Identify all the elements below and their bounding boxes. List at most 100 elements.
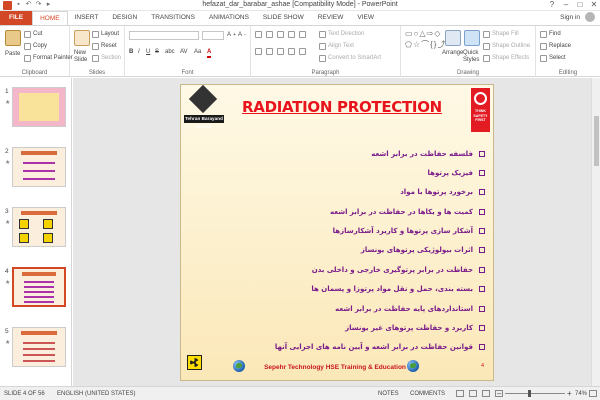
tab-home[interactable]: HOME [32,11,68,25]
thumbnail-row[interactable]: 5 ★ [0,326,71,386]
bullet-item[interactable]: کاربرد و حفاظت پرتوهای غیر یونساز [225,321,485,334]
copy-button[interactable]: Copy [24,42,47,50]
current-slide[interactable]: Tehran Barayand Sepehr RADIATION PROTECT… [180,84,494,381]
zoom-level[interactable]: 74% [575,391,587,397]
slide-thumbnail-selected[interactable] [12,267,66,307]
bullet-item[interactable]: فیزیک پرتوها [225,166,485,179]
notes-button[interactable]: NOTES [378,391,399,397]
grow-font-button[interactable]: A + [227,31,236,39]
close-button[interactable]: ✕ [590,0,598,10]
bullet-item[interactable]: استانداردهای پایه حفاظت در برابر اشعه [225,302,485,315]
text-direction-button[interactable]: Text Direction [319,30,364,38]
slide-thumbnail[interactable] [12,327,66,367]
slide-title[interactable]: RADIATION PROTECTION [237,98,447,116]
user-avatar[interactable] [585,12,595,22]
underline-button[interactable]: U [146,48,150,56]
font-name-combo[interactable] [129,31,199,40]
bullet-item[interactable]: آشکار سازی پرتوها و کاربرد آشکارسازها [225,224,485,237]
select-button[interactable]: Select [540,54,566,62]
reading-view-icon[interactable] [482,390,490,397]
scrollbar-thumb[interactable] [594,116,599,166]
shapes-gallery-row2[interactable]: ⬠☆⌒{}⤴ [405,41,446,49]
section-button[interactable]: Section [92,54,121,62]
minimize-button[interactable]: – [562,0,570,10]
align-text-button[interactable]: Align Text [319,42,354,50]
character-spacing-button[interactable]: AV [180,48,188,56]
help-button[interactable]: ? [548,0,556,10]
justify-button[interactable] [288,48,295,55]
decrease-indent-button[interactable] [277,31,284,38]
thumbnail-row-selected[interactable]: 4 ★ [0,266,71,326]
bullet-item[interactable]: حفاظت در برابر پرتوگیری خارجی و داخلی بد… [225,263,485,276]
arrange-label[interactable]: Arrange [442,49,463,57]
tab-file[interactable]: FILE [0,11,33,25]
zoom-slider-knob[interactable] [528,390,531,397]
slide-sorter-icon[interactable] [469,390,477,397]
thumbnail-row[interactable]: 3 ★ [0,206,71,266]
strikethrough-button[interactable]: S [155,48,159,56]
zoom-out-button[interactable]: – [497,389,501,398]
shape-outline-button[interactable]: Shape Outline [483,42,530,50]
slide-thumbnail-pane[interactable]: 1 ★ 2 ★ 3 ★ 4 ★ 5 ★ [0,78,72,386]
find-button[interactable]: Find [540,30,561,38]
convert-smartart-button[interactable]: Convert to SmartArt [319,54,381,62]
cut-button[interactable]: Cut [24,30,42,38]
increase-indent-button[interactable] [288,31,295,38]
sign-in-link[interactable]: Sign in [560,14,580,21]
align-left-button[interactable] [255,48,262,55]
italic-button[interactable]: I [138,48,140,56]
tab-animations[interactable]: ANIMATIONS [202,11,256,25]
zoom-slider[interactable] [505,393,565,394]
paste-button[interactable]: Paste [5,50,20,58]
arrange-icon[interactable] [445,30,461,46]
tab-design[interactable]: DESIGN [105,11,144,25]
quick-styles-icon[interactable] [464,30,480,46]
maximize-button[interactable]: □ [576,0,584,10]
tab-insert[interactable]: INSERT [68,11,106,25]
tab-slide-show[interactable]: SLIDE SHOW [256,11,311,25]
tab-review[interactable]: REVIEW [311,11,351,25]
thumbnail-row[interactable]: 2 ★ [0,146,71,206]
bullet-item[interactable]: قوانین حفاظت در برابر اشعه و آیین نامه ه… [225,340,485,353]
bold-button[interactable]: B [129,48,133,56]
reset-button[interactable]: Reset [92,42,117,50]
text-shadow-button[interactable]: abc [165,48,175,56]
tab-transitions[interactable]: TRANSITIONS [144,11,202,25]
columns-button[interactable] [299,48,306,55]
change-case-button[interactable]: Aa [194,48,201,56]
slide-thumbnail[interactable] [12,87,66,127]
layout-button[interactable]: Layout [92,30,119,38]
shape-effects-button[interactable]: Shape Effects [483,54,529,62]
vertical-scrollbar[interactable] [591,78,600,386]
quick-styles-label-2[interactable]: Styles [463,56,479,64]
bullet-item[interactable]: اثرات بیولوژیکی پرتوهای یونساز [225,243,485,256]
new-slide-label-2[interactable]: Slide [74,56,87,64]
align-center-button[interactable] [266,48,273,55]
line-spacing-button[interactable] [299,31,306,38]
bullets-button[interactable] [255,31,262,38]
bullet-item[interactable]: برخورد پرتوها با مواد [225,185,485,198]
bullet-item[interactable]: فلسفه حفاظت در برابر اشعه [225,147,485,160]
tab-view[interactable]: VIEW [350,11,381,25]
format-painter-button[interactable]: Format Painter [24,54,73,62]
comments-button[interactable]: COMMENTS [410,391,445,397]
shapes-gallery[interactable]: ▭○△⇨◇ [405,30,441,38]
numbering-button[interactable] [266,31,273,38]
bullet-item[interactable]: کمیت ها و یکاها در حفاظت در برابر اشعه [225,205,485,218]
shape-fill-button[interactable]: Shape Fill [483,30,519,38]
slide-thumbnail[interactable] [12,147,66,187]
bullet-item[interactable]: بسته بندی، حمل و نقل مواد پرتوزا و پسمان… [225,282,485,295]
language-indicator[interactable]: ENGLISH (UNITED STATES) [57,391,135,397]
font-size-combo[interactable] [202,31,224,40]
thumbnail-row[interactable]: 1 ★ [0,86,71,146]
zoom-in-button[interactable]: + [567,389,572,398]
align-right-button[interactable] [277,48,284,55]
paste-icon[interactable] [5,30,21,46]
replace-button[interactable]: Replace [540,42,571,50]
slide-thumbnail[interactable] [12,207,66,247]
new-slide-icon[interactable] [74,30,90,46]
normal-view-icon[interactable] [456,390,464,397]
shrink-font-button[interactable]: A- [238,31,246,39]
font-color-button[interactable]: A [207,48,212,58]
fit-to-window-icon[interactable] [589,390,597,397]
